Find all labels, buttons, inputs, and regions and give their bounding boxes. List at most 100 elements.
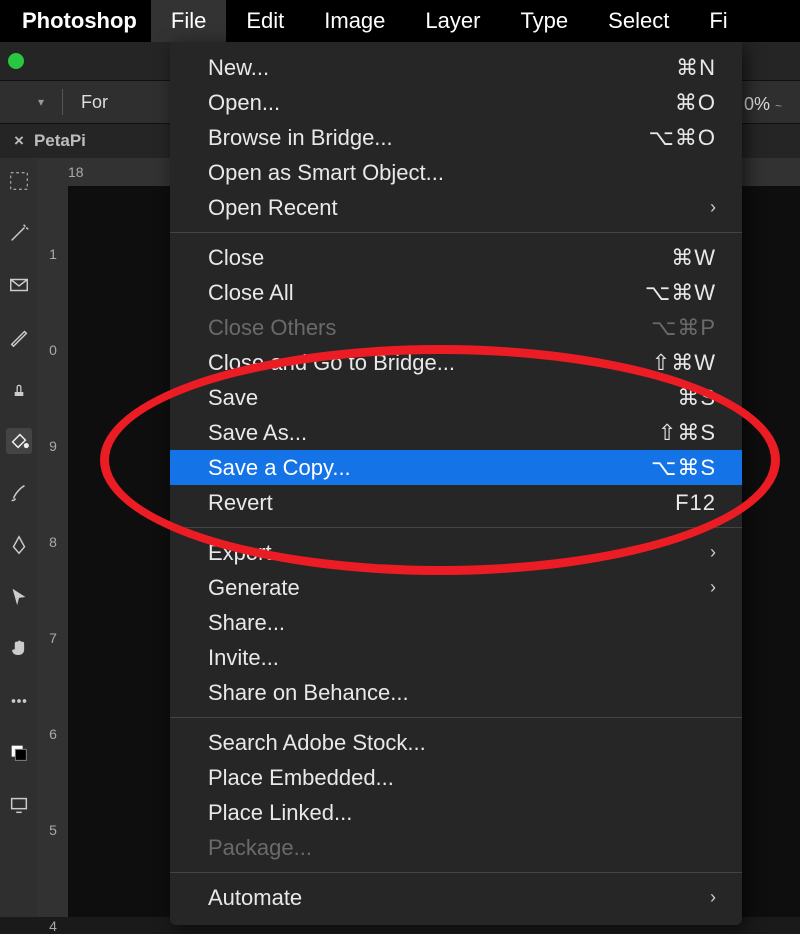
menu-item-invite[interactable]: Invite... [170, 640, 742, 675]
stamp-icon[interactable] [6, 376, 32, 402]
menu-item-share-on-behance[interactable]: Share on Behance... [170, 675, 742, 710]
chevron-right-icon: › [710, 577, 716, 598]
menu-item-shortcut: ⌥⌘P [651, 315, 716, 341]
hand-icon[interactable] [6, 636, 32, 662]
menu-item-close-others: Close Others ⌥⌘P [170, 310, 742, 345]
wand-icon[interactable] [6, 220, 32, 246]
menu-item-search-adobe-stock[interactable]: Search Adobe Stock... [170, 725, 742, 760]
menu-item-shortcut: ⇧⌘S [658, 420, 716, 446]
menu-item-label: Share on Behance... [208, 680, 409, 706]
divider [62, 89, 63, 115]
menu-item-open-recent[interactable]: Open Recent › [170, 190, 742, 225]
menu-item-close[interactable]: Close ⌘W [170, 240, 742, 275]
menu-item-shortcut: ⌘O [675, 90, 716, 116]
menu-item-label: Save a Copy... [208, 455, 351, 481]
menu-cut[interactable]: Fi [689, 0, 747, 42]
menu-item-label: Share... [208, 610, 285, 636]
menu-separator [170, 232, 742, 233]
paint-bucket-icon[interactable] [16, 90, 25, 114]
menu-image[interactable]: Image [304, 0, 405, 42]
menu-item-label: Close [208, 245, 264, 271]
ruler-left: 1 0 9 8 7 6 5 4 [38, 186, 68, 917]
menu-select[interactable]: Select [588, 0, 689, 42]
menu-item-label: Package... [208, 835, 312, 861]
menu-file[interactable]: File [151, 0, 226, 42]
app-name: Photoshop [8, 8, 151, 34]
menu-item-shortcut: F12 [675, 490, 716, 516]
menu-item-open-as-smart-object[interactable]: Open as Smart Object... [170, 155, 742, 190]
menu-item-place-linked[interactable]: Place Linked... [170, 795, 742, 830]
menu-separator [170, 527, 742, 528]
menu-item-save[interactable]: Save ⌘S [170, 380, 742, 415]
menu-item-label: Revert [208, 490, 273, 516]
menu-item-close-and-go-to-bridge[interactable]: Close and Go to Bridge... ⇧⌘W [170, 345, 742, 380]
menu-item-browse-in-bridge[interactable]: Browse in Bridge... ⌥⌘O [170, 120, 742, 155]
arrow-icon[interactable] [6, 584, 32, 610]
menu-item-new[interactable]: New...⌘N [170, 50, 742, 85]
menu-item-label: Close and Go to Bridge... [208, 350, 455, 376]
chevron-down-icon[interactable]: ▾ [38, 95, 44, 109]
menu-item-label: Save As... [208, 420, 307, 446]
pen-icon[interactable] [6, 532, 32, 558]
options-field-label: For [81, 92, 108, 113]
menu-item-label: Place Embedded... [208, 765, 394, 791]
menu-item-revert[interactable]: Revert F12 [170, 485, 742, 520]
tool-panel [0, 158, 38, 917]
menu-item-label: Export [208, 540, 272, 566]
chevron-down-icon: ~ [775, 99, 782, 113]
ruler-mark: 7 [49, 630, 57, 646]
ruler-mark: 0 [49, 342, 57, 358]
menu-item-shortcut: ⌘S [677, 385, 716, 411]
document-title: PetaPi [34, 131, 86, 151]
menu-item-label: New... [208, 55, 269, 81]
envelope-icon[interactable] [6, 272, 32, 298]
menu-item-share[interactable]: Share... [170, 605, 742, 640]
screen-icon[interactable] [6, 792, 32, 818]
chevron-right-icon: › [710, 887, 716, 908]
menu-layer[interactable]: Layer [405, 0, 500, 42]
file-menu-dropdown: New...⌘N Open... ⌘O Browse in Bridge... ⌥⌘O O… [170, 42, 742, 925]
menu-item-export[interactable]: Export› [170, 535, 742, 570]
ruler-mark: 8 [49, 534, 57, 550]
ruler-mark: 18 [68, 164, 84, 180]
swatch-icon[interactable] [6, 740, 32, 766]
menubar: Photoshop File Edit Image Layer Type Sel… [0, 0, 800, 42]
menu-item-shortcut: ⌥⌘O [649, 125, 716, 151]
menu-separator [170, 872, 742, 873]
menu-item-label: Automate [208, 885, 302, 911]
bucket-icon[interactable] [6, 428, 32, 454]
menu-item-generate[interactable]: Generate › [170, 570, 742, 605]
menu-item-label: Open Recent [208, 195, 338, 221]
marquee-icon[interactable] [6, 168, 32, 194]
menu-item-label: Browse in Bridge... [208, 125, 393, 151]
menu-item-save-as[interactable]: Save As... ⇧⌘S [170, 415, 742, 450]
menu-item-label: Search Adobe Stock... [208, 730, 426, 756]
menu-item-close-all[interactable]: Close All⌥⌘W [170, 275, 742, 310]
menu-item-place-embedded[interactable]: Place Embedded... [170, 760, 742, 795]
menu-item-shortcut: ⇧⌘W [652, 350, 716, 376]
menu-item-label: Open... [208, 90, 280, 116]
ruler-mark: 1 [49, 246, 57, 262]
menu-item-shortcut: ⌥⌘S [651, 455, 716, 481]
menu-item-label: Place Linked... [208, 800, 352, 826]
opacity-readout[interactable]: 0% ~ [738, 90, 788, 119]
menu-item-label: Close Others [208, 315, 336, 341]
menu-edit[interactable]: Edit [226, 0, 304, 42]
ruler-mark: 6 [49, 726, 57, 742]
traffic-light-green[interactable] [8, 53, 24, 69]
menu-item-package: Package... [170, 830, 742, 865]
chevron-right-icon: › [710, 197, 716, 218]
brush-icon[interactable] [6, 480, 32, 506]
menu-item-label: Save [208, 385, 258, 411]
close-icon[interactable]: × [14, 131, 24, 151]
menu-item-label: Invite... [208, 645, 279, 671]
menu-item-label: Generate [208, 575, 300, 601]
menu-item-shortcut: ⌘W [671, 245, 716, 271]
menu-item-automate[interactable]: Automate › [170, 880, 742, 915]
menu-item-save-a-copy[interactable]: Save a Copy... ⌥⌘S [170, 450, 742, 485]
pencil-icon[interactable] [6, 324, 32, 350]
menu-item-open[interactable]: Open... ⌘O [170, 85, 742, 120]
menu-type[interactable]: Type [500, 0, 588, 42]
menu-item-label: Open as Smart Object... [208, 160, 444, 186]
ellipsis-icon[interactable] [6, 688, 32, 714]
